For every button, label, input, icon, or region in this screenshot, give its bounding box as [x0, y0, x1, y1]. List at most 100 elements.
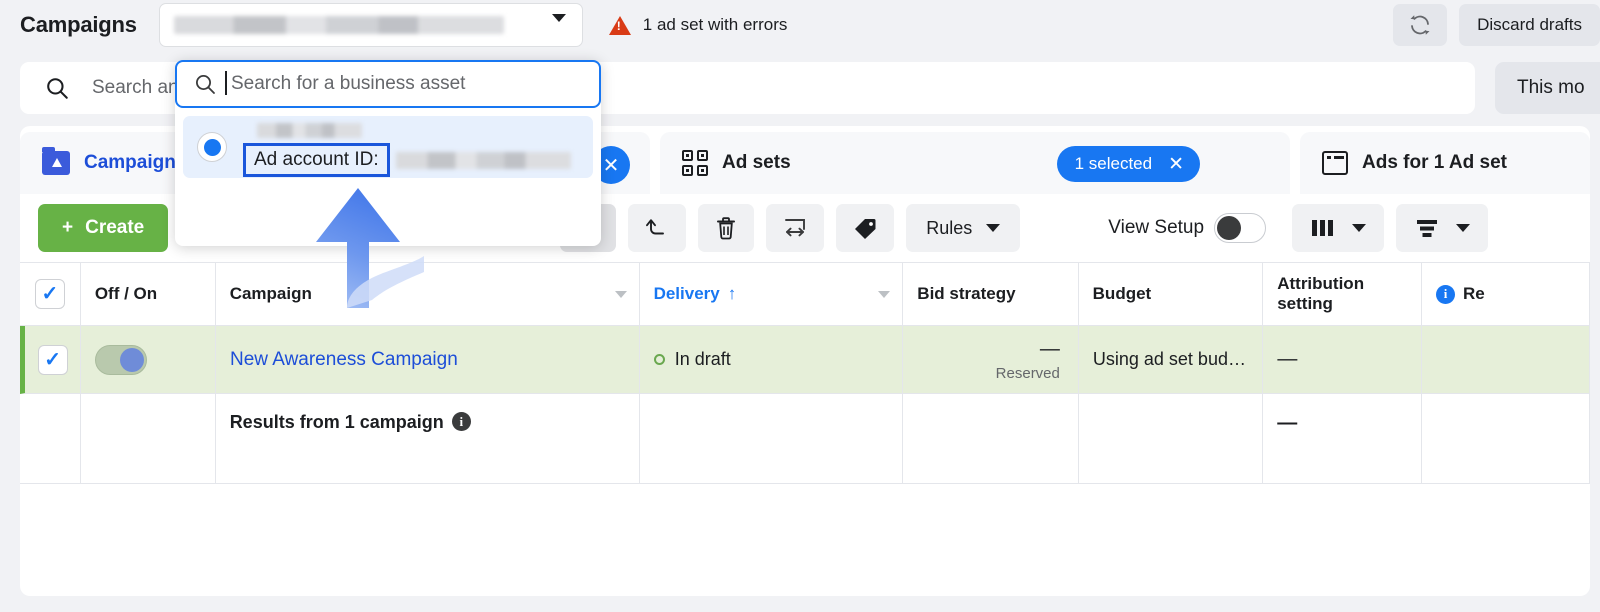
close-icon[interactable]: ✕ — [1168, 155, 1184, 174]
ad-sets-selected-badge[interactable]: 1 selected ✕ — [1056, 146, 1200, 182]
row-attribution-cell: — — [1263, 326, 1423, 394]
ads-manager-screen: Campaigns 1 ad set with errors Discard d… — [0, 0, 1600, 612]
summary-attribution-cell: — — [1263, 394, 1422, 484]
summary-check-cell — [20, 394, 81, 484]
column-label-off-on: Off / On — [94, 284, 158, 303]
view-setup-toggle[interactable]: View Setup — [1102, 204, 1272, 252]
top-bar-actions: Discard drafts — [1393, 4, 1600, 46]
rules-label: Rules — [926, 217, 973, 238]
breakdown-dropdown[interactable] — [1396, 204, 1489, 252]
campaign-status-switch[interactable] — [95, 344, 148, 375]
bid-strategy-sublabel: Reserved — [995, 364, 1060, 382]
column-header-attribution: Attribution setting — [1263, 262, 1422, 326]
column-header-budget: Budget — [1078, 262, 1264, 326]
discard-drafts-button[interactable]: Discard drafts — [1459, 4, 1600, 46]
attribution-value: — — [1277, 348, 1298, 370]
window-icon — [1322, 151, 1348, 175]
error-notice[interactable]: 1 ad set with errors — [608, 15, 788, 35]
asset-option-row[interactable]: Ad account ID: — [183, 116, 593, 178]
search-input-placeholder: Search an — [92, 77, 179, 98]
selected-count-label: 1 selected — [1074, 154, 1153, 173]
asset-option-name-redacted — [257, 123, 362, 138]
asset-option-id-row: Ad account ID: — [243, 143, 571, 177]
rules-dropdown[interactable]: Rules — [906, 204, 1021, 252]
ab-test-button[interactable] — [766, 204, 825, 252]
column-label-budget: Budget — [1092, 284, 1152, 303]
table-row[interactable]: ✓ New Awareness Campaign In draft — Rese… — [20, 326, 1590, 394]
undo-arrow-icon — [646, 219, 665, 235]
column-header-delivery[interactable]: Delivery ↑ — [639, 262, 904, 326]
budget-value: Using ad set bud… — [1092, 349, 1246, 369]
delivery-status-label: In draft — [674, 349, 731, 369]
sort-ascending-icon: ↑ — [727, 284, 737, 303]
tab-ads[interactable]: Ads for 1 Ad set — [1300, 132, 1590, 194]
tag-icon — [855, 219, 876, 239]
summary-attribution-value: — — [1277, 412, 1298, 434]
columns-icon — [1312, 220, 1334, 236]
date-range-label: This mo — [1517, 77, 1585, 98]
discard-drafts-label: Discard drafts — [1477, 15, 1582, 34]
asset-search-input[interactable]: Search for a business asset — [175, 60, 601, 108]
summary-results-cell — [1422, 394, 1590, 484]
table-header-row: ✓ Off / On Campaign Delivery ↑ Bid strat… — [20, 262, 1590, 326]
column-label-attribution: Attribution setting — [1277, 273, 1365, 313]
radio-selected-icon[interactable] — [197, 132, 227, 162]
trash-icon — [717, 217, 736, 240]
column-header-off-on: Off / On — [80, 262, 216, 326]
select-all-header[interactable]: ✓ — [20, 262, 81, 326]
tab-ad-sets-label: Ad sets — [722, 152, 791, 173]
warning-triangle-icon — [608, 15, 631, 35]
revert-button[interactable] — [628, 204, 687, 252]
create-button[interactable]: + Create — [38, 204, 169, 252]
chevron-down-icon[interactable] — [614, 291, 627, 298]
page-title: Campaigns — [20, 12, 137, 37]
row-bid-strategy-cell: — Reserved — [903, 326, 1079, 394]
search-icon — [196, 75, 215, 94]
columns-dropdown[interactable] — [1292, 204, 1385, 252]
business-asset-picker[interactable] — [158, 3, 583, 47]
summary-delivery-cell — [639, 394, 904, 484]
table-summary-row: Results from 1 campaign i — — [20, 394, 1590, 484]
text-cursor — [225, 71, 227, 95]
checkbox-checked-icon[interactable]: ✓ — [34, 279, 65, 309]
summary-label: Results from 1 campaign — [229, 412, 444, 432]
error-notice-text: 1 ad set with errors — [642, 15, 788, 34]
up-arrow-annotation — [316, 188, 424, 308]
chevron-down-icon — [551, 14, 566, 40]
row-campaign-name-cell[interactable]: New Awareness Campaign — [216, 326, 640, 394]
row-delivery-cell: In draft — [639, 326, 904, 394]
column-label-bid-strategy: Bid strategy — [917, 284, 1016, 303]
delete-button[interactable] — [698, 204, 755, 252]
create-label: Create — [85, 217, 145, 238]
search-icon — [47, 78, 68, 99]
ab-test-icon — [785, 219, 806, 237]
view-setup-switch[interactable] — [1214, 213, 1267, 243]
summary-bid-cell — [903, 394, 1079, 484]
chevron-down-icon[interactable] — [878, 291, 891, 298]
chevron-down-icon — [1352, 224, 1367, 232]
row-budget-cell: Using ad set bud… — [1078, 326, 1264, 394]
tab-ads-label: Ads for 1 Ad set — [1362, 152, 1507, 173]
summary-label-cell: Results from 1 campaign i — [215, 394, 640, 484]
column-header-bid-strategy: Bid strategy — [903, 262, 1079, 326]
checkbox-checked-icon[interactable]: ✓ — [37, 344, 68, 375]
row-select-checkbox-cell[interactable]: ✓ — [20, 326, 82, 394]
column-label-delivery: Delivery — [653, 284, 720, 303]
refresh-icon — [1410, 15, 1430, 35]
info-icon[interactable]: i — [451, 412, 471, 431]
tab-ad-sets[interactable]: Ad sets 1 selected ✕ — [660, 132, 1290, 194]
ad-account-id-highlight: Ad account ID: — [243, 143, 390, 177]
campaign-folder-icon — [42, 147, 70, 175]
bid-strategy-value: — — [1039, 337, 1060, 360]
grid-squares-icon — [682, 150, 708, 176]
refresh-button[interactable] — [1393, 4, 1448, 46]
info-icon[interactable]: i — [1436, 284, 1455, 304]
campaign-name-link[interactable]: New Awareness Campaign — [230, 349, 458, 371]
date-range-picker[interactable]: This mo — [1495, 62, 1600, 114]
asset-name-redacted — [173, 16, 504, 34]
tag-button[interactable] — [836, 204, 895, 252]
summary-budget-cell — [1078, 394, 1264, 484]
plus-icon: + — [62, 217, 74, 238]
row-off-on-cell[interactable] — [81, 326, 216, 394]
ad-account-id-label: Ad account ID: — [254, 149, 379, 170]
